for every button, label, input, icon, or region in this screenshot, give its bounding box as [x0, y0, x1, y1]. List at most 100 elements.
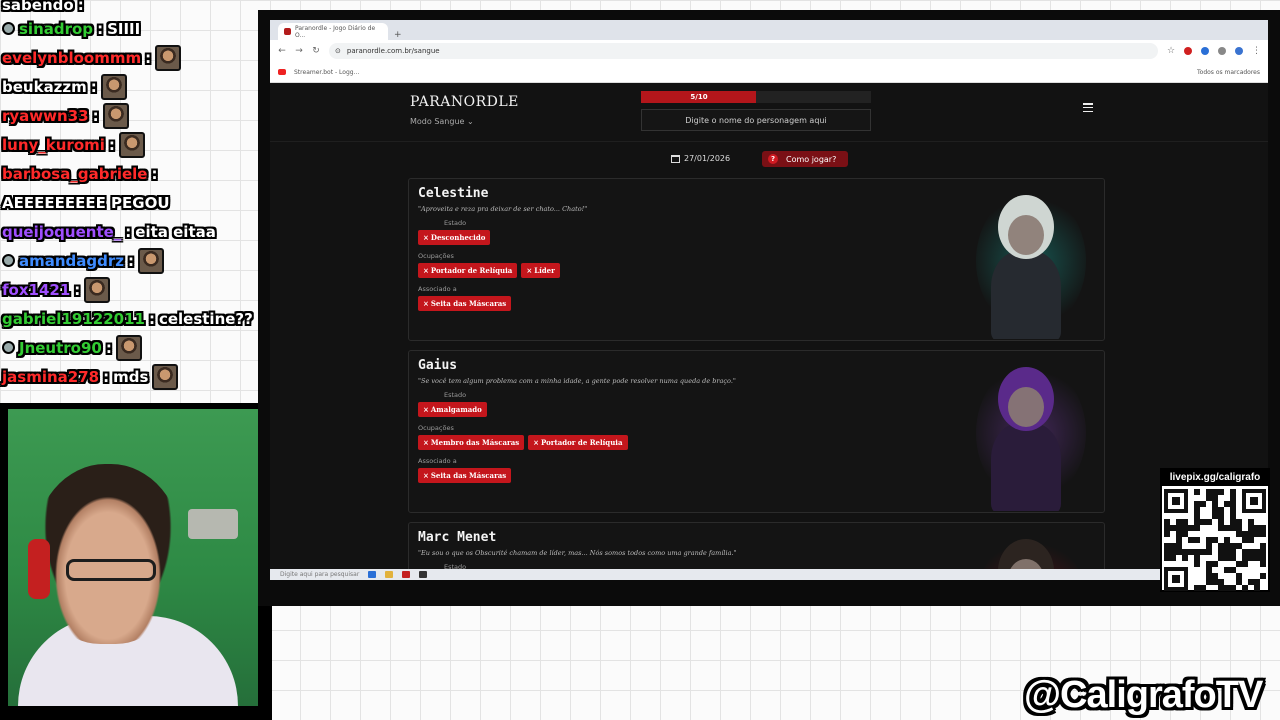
browser-menu-icon[interactable]: ⋮	[1252, 46, 1261, 56]
portrait-face	[1008, 387, 1044, 427]
browser-tabbar: Paranordle - Jogo Diário de O... +	[270, 20, 1268, 40]
reload-icon[interactable]: ↻	[312, 46, 320, 56]
chat-message: sabendo:	[2, 0, 260, 14]
qr-module	[1200, 501, 1206, 507]
wrong-mark-icon: ×	[423, 438, 429, 447]
chat-colon: :	[74, 280, 81, 299]
chat-colon: :	[105, 338, 112, 357]
qr-module	[1242, 561, 1248, 567]
chat-message: beukazzm:	[2, 72, 260, 101]
tag-label: Portador de Relíquia	[430, 266, 513, 275]
channel-handle: @CaligrafoTV	[1024, 674, 1263, 716]
chat-text: mds	[113, 367, 149, 386]
profile-avatar-icon[interactable]	[1235, 47, 1243, 55]
attribute-tag: × Seita das Máscaras	[418, 296, 512, 311]
chat-message: ryawwn33:	[2, 101, 260, 130]
qr-module	[1230, 585, 1236, 591]
qr-module	[1248, 537, 1254, 543]
date-text: 27/01/2026	[684, 154, 731, 163]
all-bookmarks[interactable]: Todos os marcadores	[1197, 69, 1260, 76]
os-taskbar: Digite aqui para pesquisar	[270, 569, 1268, 580]
qr-module	[1200, 585, 1206, 591]
taskbar-app-icon[interactable]	[368, 571, 377, 578]
chat-message: jasmina278: mds	[2, 362, 260, 391]
tag-label: Membro das Máscaras	[430, 438, 520, 447]
chat-message: fox1421:	[2, 275, 260, 304]
mode-selector[interactable]: Modo Sangue ⌄	[410, 117, 474, 126]
progress-bar: 5/10	[641, 91, 871, 103]
browser-tab[interactable]: Paranordle - Jogo Diário de O...	[278, 23, 388, 40]
taskbar-app-icon[interactable]	[419, 571, 428, 578]
site-header: PARANORDLE Modo Sangue ⌄ 5/10	[270, 83, 1268, 142]
wrong-mark-icon: ×	[423, 233, 429, 242]
chat-username: jasmina278	[2, 367, 100, 386]
extension-icon[interactable]	[1184, 47, 1192, 55]
bookmark-streamerbot[interactable]: Streamer.bot - Logg...	[294, 69, 359, 76]
qr-module	[1218, 489, 1224, 495]
chat-text: SIIII	[107, 19, 141, 38]
webcam-image	[8, 409, 258, 706]
chat-colon: :	[145, 48, 152, 67]
chat-username: fox1421	[2, 280, 71, 299]
chat-message: amandagdrz:	[2, 246, 260, 275]
question-icon: ?	[768, 154, 778, 164]
chat-message: barbosa_gabriele:	[2, 159, 260, 188]
url-field[interactable]: ⊙ paranordle.com.br/sangue	[329, 43, 1158, 59]
chat-badge-icon	[2, 254, 15, 267]
youtube-bookmark-icon[interactable]	[278, 69, 286, 75]
taskbar-search[interactable]: Digite aqui para pesquisar	[280, 571, 359, 578]
hamburger-menu-icon[interactable]	[1083, 103, 1093, 112]
chat-colon: :	[125, 222, 132, 241]
webcam-background-shelf	[188, 509, 238, 539]
url-text: paranordle.com.br/sangue	[346, 47, 440, 55]
qr-finder	[1164, 489, 1188, 513]
qr-module	[1242, 585, 1248, 591]
forward-icon[interactable]: →	[295, 46, 303, 56]
site-info-icon[interactable]: ⊙	[335, 47, 341, 55]
bookmarks-bar: Streamer.bot - Logg... Todos os marcador…	[270, 62, 1268, 83]
chat-message: queijoquente_: eita eitaa	[2, 217, 260, 246]
qr-module	[1260, 573, 1266, 579]
chrome-icon[interactable]	[402, 571, 411, 578]
tag-label: Seita das Máscaras	[430, 299, 507, 308]
chat-colon: :	[92, 106, 99, 125]
attribute-tag: × Portador de Relíquia	[418, 263, 518, 278]
bookmark-star-icon[interactable]: ☆	[1167, 46, 1175, 56]
chat-colon: :	[103, 367, 110, 386]
attribute-tag: × Desconhecido	[418, 230, 491, 245]
chat-username: sinadrop	[19, 19, 94, 38]
attribute-tag: × Membro das Máscaras	[418, 435, 525, 450]
calendar-icon	[671, 154, 680, 163]
attribute-tag: × Líder	[521, 263, 560, 278]
extension-icon[interactable]	[1201, 47, 1209, 55]
date-row: 27/01/2026 ? Como jogar?	[270, 151, 1268, 169]
tag-label: Desconhecido	[430, 233, 486, 242]
paranordle-logo[interactable]: PARANORDLE	[410, 94, 519, 110]
chat-badge-icon	[2, 22, 15, 35]
extensions-puzzle-icon[interactable]	[1218, 47, 1226, 55]
chat-badge-icon	[2, 341, 15, 354]
chat-message: Jneutro90:	[2, 333, 260, 362]
character-guess-card: Celestine "Aproveita e reza pra deixar de…	[408, 178, 1105, 341]
chat-username: gabriel19122011	[2, 309, 145, 328]
qr-code	[1164, 489, 1266, 591]
attribute-tag: × Portador de Relíquia	[528, 435, 628, 450]
paranordle-page: PARANORDLE Modo Sangue ⌄ 5/10 27/01/2026…	[270, 83, 1268, 580]
chat-colon: :	[148, 309, 155, 328]
chat-username: Jneutro90	[19, 338, 102, 357]
chat-emote-icon	[152, 363, 179, 390]
how-to-play-button[interactable]: ? Como jogar?	[762, 151, 848, 167]
character-search-input[interactable]	[641, 109, 871, 131]
qr-module	[1254, 585, 1260, 591]
wrong-mark-icon: ×	[533, 438, 540, 447]
new-tab-icon[interactable]: +	[394, 30, 402, 40]
browser-window: Paranordle - Jogo Diário de O... + ← → ↻…	[258, 10, 1280, 606]
back-icon[interactable]: ←	[278, 46, 286, 56]
character-guess-card: Gaius "Se você tem algum problema com a m…	[408, 350, 1105, 513]
date-display: 27/01/2026	[671, 154, 730, 163]
chat-emote-icon	[138, 247, 165, 274]
browser-addressbar: ← → ↻ ⊙ paranordle.com.br/sangue ☆ ⋮	[270, 40, 1268, 62]
qr-module	[1164, 531, 1170, 537]
qr-module	[1194, 537, 1200, 543]
folder-icon[interactable]	[385, 571, 394, 578]
